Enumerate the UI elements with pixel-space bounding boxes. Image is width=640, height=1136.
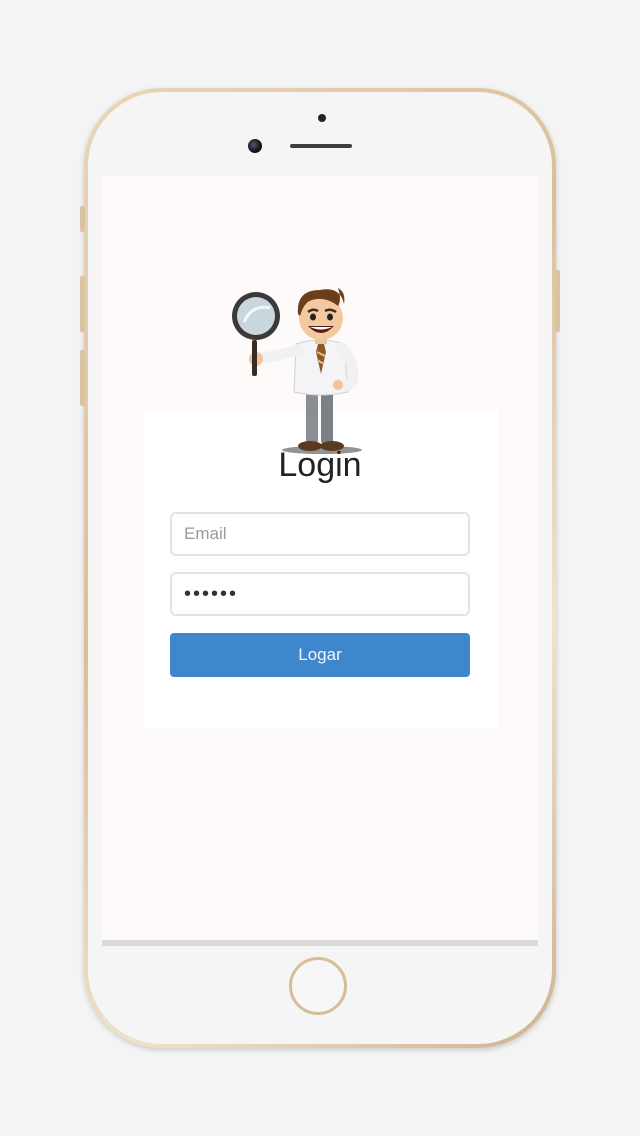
power-button — [555, 270, 560, 332]
volume-down-button — [80, 276, 85, 332]
proximity-sensor — [318, 114, 326, 122]
email-field[interactable] — [170, 512, 470, 556]
volume-up-button — [80, 206, 85, 232]
screen-bottom-edge — [102, 940, 538, 946]
login-submit-button[interactable]: Logar — [170, 633, 470, 677]
front-camera-icon — [248, 139, 262, 153]
login-title: Login — [278, 446, 362, 484]
app-screen: Login Logar — [102, 176, 538, 942]
detective-mascot-icon — [232, 288, 362, 454]
password-field[interactable] — [170, 572, 470, 616]
earpiece-speaker — [290, 144, 352, 148]
mute-switch — [80, 350, 85, 406]
device-mockup: Login Logar — [0, 0, 640, 1136]
home-button[interactable] — [289, 957, 347, 1015]
